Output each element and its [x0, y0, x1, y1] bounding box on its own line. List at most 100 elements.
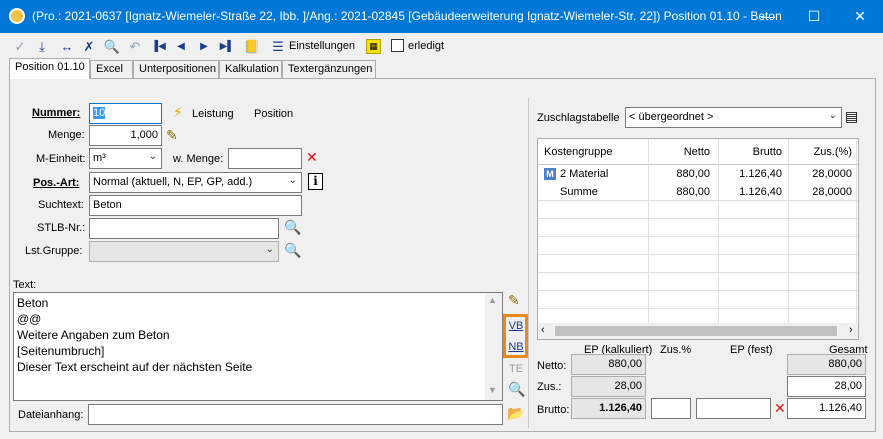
te-button[interactable]: TE — [506, 360, 526, 378]
settings-list-icon[interactable]: ☰ — [270, 38, 286, 56]
chevron-down-icon: ⌄ — [265, 244, 274, 255]
brutto-gesamt-input[interactable]: 1.126,40 — [787, 398, 866, 419]
lstgruppe-select[interactable]: ⌄ — [89, 241, 279, 262]
tab-excel[interactable]: Excel — [90, 60, 133, 78]
divider — [528, 98, 529, 428]
nb-button[interactable]: NB — [506, 338, 526, 356]
notes-icon[interactable]: 📒 — [243, 38, 261, 56]
done-checkbox[interactable] — [391, 39, 404, 52]
zus-gesamt-input[interactable]: 28,00 — [787, 376, 866, 397]
tab-position[interactable]: Position 01.10 — [9, 58, 90, 79]
lstgruppe-label: Lst.Gruppe: — [25, 245, 83, 257]
column-header[interactable]: Netto — [648, 141, 710, 163]
menge-label: Menge: — [48, 129, 85, 141]
column-header[interactable]: Brutto — [720, 141, 782, 163]
nummer-input[interactable]: 10 — [89, 103, 162, 124]
wmenge-label: w. Menge: — [173, 153, 224, 165]
chevron-down-icon: ⌄ — [148, 151, 157, 162]
search-icon[interactable]: 🔍 — [284, 219, 301, 236]
edit-icon[interactable]: ✎ — [166, 127, 178, 144]
meinheit-select[interactable]: m³ ⌄ — [89, 148, 162, 169]
maximize-button[interactable]: ☐ — [791, 0, 837, 33]
text-line: Beton — [17, 296, 49, 310]
next-record-icon[interactable]: ▶ — [198, 38, 210, 56]
netto-label: Netto: — [537, 360, 567, 372]
posart-select[interactable]: Normal (aktuell, N, EP, GP, add.) ⌄ — [89, 172, 302, 193]
scroll-down-icon[interactable]: ▼ — [488, 385, 497, 395]
netto-kalk-value: 880,00 — [571, 354, 646, 375]
window-title: (Pro.: 2021-0637 [Ignatz-Wiemeler-Straße… — [32, 9, 782, 23]
text-label: Text: — [13, 279, 37, 291]
material-badge: M — [544, 168, 556, 180]
minimize-button[interactable]: — — [745, 0, 791, 33]
stlb-label: STLB-Nr.: — [37, 222, 86, 234]
zus-pct-input[interactable] — [651, 398, 691, 419]
settings-label[interactable]: Einstellungen — [289, 40, 355, 52]
horizontal-scrollbar[interactable]: ‹ › — [538, 323, 858, 339]
title-bar: (Pro.: 2021-0637 [Ignatz-Wiemeler-Straße… — [0, 0, 883, 33]
delete-icon[interactable]: ✗ — [81, 38, 97, 56]
tab-unterpositionen[interactable]: Unterpositionen — [133, 60, 219, 78]
text-line: Weitere Angaben zum Beton — [17, 328, 170, 342]
attachment-label: Dateianhang: — [18, 409, 84, 421]
table-icon[interactable]: ▤ — [845, 108, 858, 125]
text-scrollbar[interactable]: ▲ ▼ — [485, 293, 502, 400]
search-icon[interactable]: 🔍 — [103, 38, 121, 56]
undo-icon[interactable]: ↶ — [127, 38, 143, 56]
first-record-icon[interactable]: ▐◀ — [151, 38, 166, 56]
zus-label: Zus.: — [537, 381, 562, 393]
ep-fest-input[interactable] — [696, 398, 771, 419]
scroll-left-icon[interactable]: ‹ — [541, 324, 545, 336]
zuschlag-select[interactable]: < übergeordnet > ⌄ — [625, 107, 842, 128]
position-option[interactable]: Position — [254, 108, 293, 120]
scroll-right-icon[interactable]: › — [849, 324, 853, 336]
chevron-down-icon: ⌄ — [828, 110, 837, 121]
zus-kalk-value: 28,00 — [571, 376, 646, 397]
column-header[interactable]: Kostengruppe — [544, 141, 613, 163]
scrollbar-thumb[interactable] — [555, 326, 837, 336]
posart-label: Pos.-Art: — [33, 177, 80, 189]
info-icon[interactable]: i — [308, 173, 323, 190]
check-icon[interactable]: ✓ — [11, 38, 29, 56]
stlb-input[interactable] — [89, 218, 279, 239]
insert-icon[interactable]: ⤓ — [33, 38, 51, 56]
brutto-kalk-value: 1.126,40 — [571, 398, 646, 419]
chevron-down-icon: ⌄ — [288, 175, 297, 186]
text-line: Dieser Text erscheint auf der nächsten S… — [17, 360, 253, 374]
folder-open-icon[interactable]: 📂 — [507, 405, 524, 422]
netto-gesamt-value: 880,00 — [787, 354, 866, 375]
move-icon[interactable]: ↔ — [57, 38, 77, 56]
meinheit-label: M-Einheit: — [36, 153, 86, 165]
brutto-label: Brutto: — [537, 404, 570, 416]
menge-input[interactable]: 1,000 — [89, 125, 162, 146]
clear-icon[interactable]: ✕ — [306, 149, 318, 166]
text-editor[interactable]: Beton @@ Weitere Angaben zum Beton [Seit… — [13, 292, 503, 401]
scroll-up-icon[interactable]: ▲ — [488, 295, 497, 305]
kostengruppe-grid: Kostengruppe Netto Brutto Zus.(%) M 2 Ma… — [537, 138, 859, 340]
edit-text-icon[interactable]: ✎ — [508, 292, 520, 309]
text-line: [Seitenumbruch] — [17, 344, 105, 358]
search-icon[interactable]: 🔍 — [284, 242, 301, 259]
suchtext-input[interactable]: Beton — [89, 195, 302, 216]
previous-record-icon[interactable]: ◀ — [175, 38, 187, 56]
zuschlag-label: Zuschlagstabelle — [537, 112, 620, 124]
vb-button[interactable]: VB — [506, 317, 526, 335]
search-icon[interactable]: 🔍 — [508, 381, 525, 398]
nummer-label: Nummer: — [32, 107, 81, 119]
ep-fest-header: EP (fest) — [730, 344, 773, 356]
column-header[interactable]: Zus.(%) — [792, 141, 853, 163]
clear-icon[interactable]: ✕ — [774, 400, 786, 417]
wmenge-input[interactable] — [228, 148, 302, 169]
close-button[interactable]: ✕ — [837, 0, 883, 33]
tab-kalkulation[interactable]: Kalkulation — [219, 60, 282, 78]
tab-textergaenzungen[interactable]: Textergänzungen — [282, 60, 376, 78]
done-label: erledigt — [408, 40, 445, 52]
suchtext-label: Suchtext: — [38, 199, 84, 211]
leistung-option[interactable]: Leistung — [192, 108, 234, 120]
grid-icon[interactable]: ▦ — [366, 39, 381, 54]
text-line: @@ — [17, 312, 42, 326]
zus-pct-header: Zus.% — [660, 344, 692, 356]
lightning-icon[interactable]: ⚡ — [173, 104, 183, 121]
last-record-icon[interactable]: ▶▌ — [219, 38, 235, 56]
attachment-input[interactable] — [88, 404, 503, 425]
